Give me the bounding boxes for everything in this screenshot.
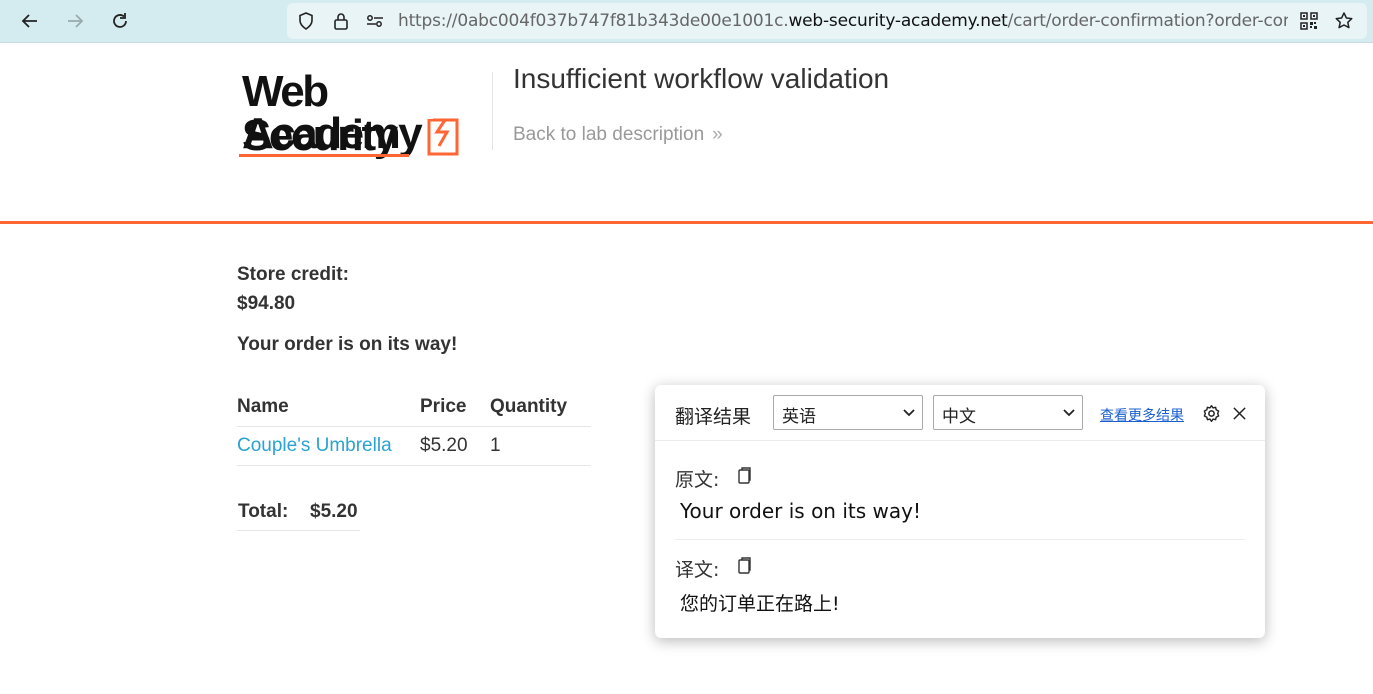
item-quantity-cell: 1 — [490, 426, 591, 466]
copy-translation-icon[interactable] — [735, 556, 753, 576]
bookmark-star-icon[interactable] — [1334, 11, 1354, 31]
close-icon[interactable] — [1228, 402, 1250, 424]
url-text[interactable]: https://0abc004f037b747f81b343de00e1001c… — [398, 11, 1288, 31]
order-items-table: Name Price Quantity Couple's Umbrella $5… — [237, 388, 591, 466]
site-permissions-icon[interactable] — [365, 11, 385, 31]
translation-popup-title: 翻译结果 — [675, 406, 752, 428]
popup-divider — [675, 539, 1245, 540]
lab-title: Insufficient workflow validation — [513, 63, 890, 94]
logo-text-line2: Academy — [242, 109, 423, 158]
column-header-name: Name — [237, 388, 420, 427]
source-language-value: 英语 — [782, 407, 816, 427]
header-divider — [492, 72, 493, 150]
product-link[interactable]: Couple's Umbrella — [237, 435, 392, 456]
copy-source-icon[interactable] — [735, 466, 753, 486]
total-label: Total: — [238, 501, 289, 522]
target-language-select[interactable]: 中文 — [933, 395, 1083, 430]
logo-underline — [239, 154, 409, 157]
lock-icon[interactable] — [331, 11, 351, 31]
url-prefix: https://0abc004f037b747f81b343de00e1001c… — [398, 11, 789, 31]
table-row: Couple's Umbrella $5.20 1 — [237, 426, 591, 466]
shield-icon[interactable] — [296, 11, 316, 31]
back-to-lab-description-link[interactable]: Back to lab description » — [513, 124, 723, 146]
logo-flask-icon — [423, 114, 459, 156]
column-header-quantity: Quantity — [490, 388, 591, 427]
back-link-label: Back to lab description — [513, 124, 705, 145]
browser-toolbar: https://0abc004f037b747f81b343de00e1001c… — [0, 0, 1373, 43]
translation-popup: 翻译结果 英语 中文 查看更多结果 原文: Your order is on i… — [655, 385, 1265, 638]
source-text-label: 原文: — [675, 469, 720, 491]
table-header-row: Name Price Quantity — [237, 388, 591, 427]
total-value: $5.20 — [310, 501, 358, 522]
source-language-select[interactable]: 英语 — [773, 395, 923, 430]
chevron-down-icon — [1063, 409, 1075, 417]
translated-text: 您的订单正在路上! — [680, 593, 840, 615]
url-host: web-security-academy.net — [788, 11, 1008, 31]
address-bar[interactable]: https://0abc004f037b747f81b343de00e1001c… — [287, 3, 1367, 39]
double-chevron-right-icon: » — [712, 124, 723, 145]
header-rule — [0, 221, 1373, 224]
chevron-down-icon — [903, 409, 915, 417]
back-arrow-icon[interactable] — [15, 6, 45, 36]
store-credit-value: $94.80 — [237, 293, 296, 314]
order-total: Total: $5.20 — [237, 498, 360, 531]
target-language-value: 中文 — [942, 407, 976, 427]
column-header-price: Price — [420, 388, 490, 427]
reload-icon[interactable] — [105, 6, 135, 36]
item-price-cell: $5.20 — [420, 426, 490, 466]
settings-gear-icon[interactable] — [1200, 402, 1222, 424]
order-status-message: Your order is on its way! — [237, 334, 458, 355]
url-path: /cart/order-confirmation?order-confirmed… — [1007, 11, 1288, 31]
translated-text-label: 译文: — [675, 559, 720, 581]
translation-popup-header: 翻译结果 英语 中文 查看更多结果 — [655, 385, 1265, 441]
more-results-link[interactable]: 查看更多结果 — [1100, 405, 1184, 425]
item-name-cell: Couple's Umbrella — [237, 426, 420, 466]
qr-code-icon[interactable] — [1299, 11, 1319, 31]
source-text: Your order is on its way! — [680, 499, 921, 523]
forward-arrow-icon[interactable] — [60, 6, 90, 36]
store-credit-label: Store credit: — [237, 264, 349, 285]
web-security-academy-logo[interactable]: Web Security Academy — [237, 68, 489, 162]
